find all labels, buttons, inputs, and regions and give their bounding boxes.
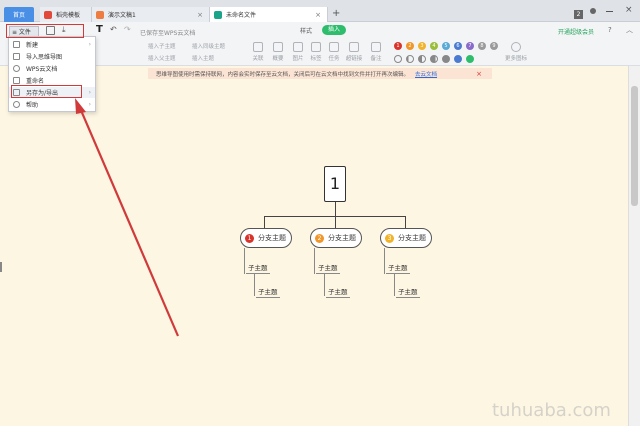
watermark: tuhuaba.com xyxy=(492,400,611,421)
arrow-shaft xyxy=(78,107,180,337)
arrow-head xyxy=(75,98,86,114)
annotation-arrow xyxy=(75,98,180,337)
left-edge-handle xyxy=(0,262,2,272)
